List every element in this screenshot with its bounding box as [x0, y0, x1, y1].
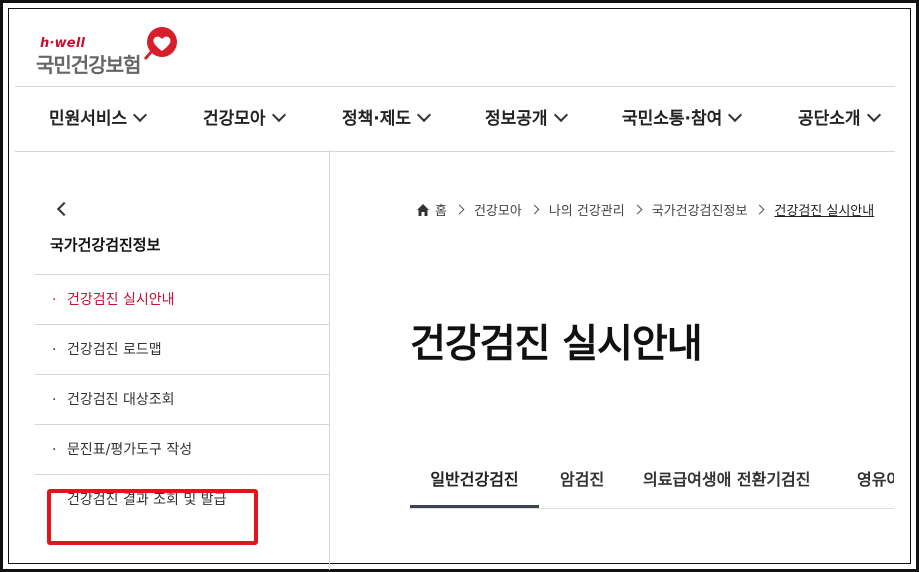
sidebar-item-roadmap[interactable]: · 건강검진 로드맵 [35, 324, 329, 374]
active-tab-indicator [410, 505, 539, 508]
tab-cancer-screening[interactable]: 암검진 [560, 452, 604, 508]
breadcrumb-item[interactable]: 건강모아 [474, 200, 522, 219]
site-logo[interactable]: h·well 국민건강보험 [32, 27, 182, 78]
global-nav: 민원서비스 건강모아 정책·제도 정보공개 국민소통·참여 공단소개 [15, 86, 895, 152]
content-tabs: 일반건강검진 암검진 의료급여생애 전환기검진 영유아 [410, 452, 894, 509]
sidebar-item-label: 건강검진 대상조회 [67, 392, 175, 408]
chevron-right-icon [454, 204, 465, 215]
gnb-item-health-moa[interactable]: 건강모아 [203, 87, 286, 151]
tab-infant[interactable]: 영유아 [857, 452, 894, 508]
gnb-label: 정책·제도 [342, 109, 412, 129]
gnb-item-civil-service[interactable]: 민원서비스 [49, 87, 148, 151]
chevron-down-icon [866, 107, 881, 123]
logo-nhis-text: 국민건강보험 [36, 53, 141, 77]
back-icon[interactable] [56, 201, 72, 217]
gnb-item-disclosure[interactable]: 정보공개 [485, 87, 568, 151]
sidebar-item-label: 건강검진 실시안내 [67, 292, 175, 308]
gnb-item-policy[interactable]: 정책·제도 [342, 87, 432, 151]
page-title: 건강검진 실시안내 [410, 322, 703, 367]
chevron-right-icon [754, 204, 765, 215]
chevron-down-icon [416, 107, 432, 123]
gnb-item-participation[interactable]: 국민소통·참여 [622, 87, 743, 151]
chevron-right-icon [529, 204, 540, 215]
chevron-down-icon [728, 107, 743, 123]
highlight-box [47, 489, 258, 545]
sidebar-menu: · 건강검진 실시안내 · 건강검진 로드맵 · 건강검진 대상조회 · 문진표/평가도… [35, 274, 329, 524]
sidebar-item-checkup-guide[interactable]: · 건강검진 실시안내 [35, 274, 329, 324]
sidebar-item-target-lookup[interactable]: · 건강검진 대상조회 [35, 374, 329, 424]
home-icon [417, 203, 429, 216]
sidebar-title: 국가건강검진정보 [50, 236, 161, 254]
heart-logo-icon [144, 27, 177, 60]
chevron-down-icon [133, 107, 148, 123]
gnb-label: 건강모아 [203, 109, 266, 129]
breadcrumb-home[interactable]: 홈 [435, 200, 447, 219]
tab-medical-aid-transition[interactable]: 의료급여생애 전환기검진 [643, 452, 811, 508]
chevron-down-icon [271, 107, 286, 123]
sidebar-divider [329, 150, 330, 570]
chevron-right-icon [632, 204, 643, 215]
breadcrumb-item[interactable]: 국가건강검진정보 [652, 200, 748, 219]
bullet-icon: · [52, 292, 57, 308]
breadcrumb-item[interactable]: 나의 건강관리 [549, 200, 625, 219]
gnb-label: 국민소통·참여 [622, 109, 723, 129]
chevron-down-icon [553, 107, 568, 123]
gnb-label: 민원서비스 [49, 109, 128, 129]
sidebar-item-label: 문진표/평가도구 작성 [67, 442, 193, 458]
sidebar-item-label: 건강검진 로드맵 [67, 342, 162, 358]
sidebar-item-questionnaire[interactable]: · 문진표/평가도구 작성 [35, 424, 329, 474]
tab-general-checkup[interactable]: 일반건강검진 [410, 452, 539, 508]
gnb-item-about[interactable]: 공단소개 [798, 87, 881, 151]
gnb-label: 정보공개 [485, 109, 548, 129]
breadcrumb: 홈 건강모아 나의 건강관리 국가건강검진정보 건강검진 실시안내 [416, 200, 874, 219]
bullet-icon: · [52, 392, 57, 408]
bullet-icon: · [52, 442, 57, 458]
bullet-icon: · [52, 342, 57, 358]
breadcrumb-current[interactable]: 건강검진 실시안내 [774, 200, 874, 219]
gnb-label: 공단소개 [798, 109, 861, 129]
